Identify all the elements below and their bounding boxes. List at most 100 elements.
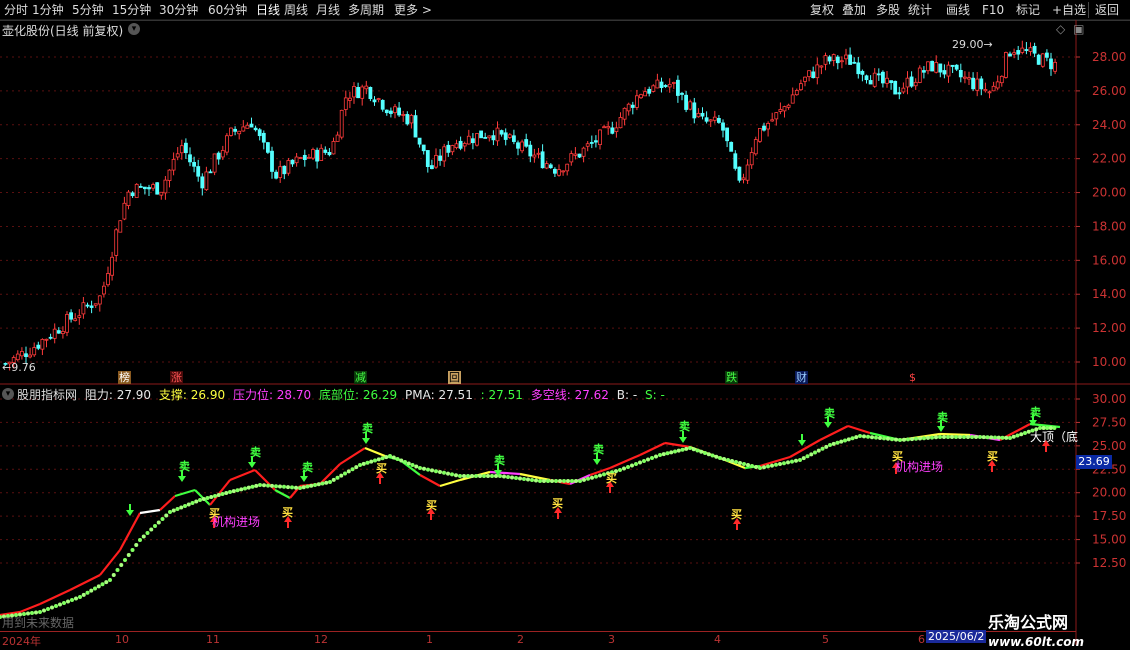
slow-line-dot bbox=[742, 462, 746, 466]
candle-body bbox=[241, 126, 246, 132]
slow-line-dot bbox=[570, 479, 574, 483]
candle-body bbox=[667, 83, 672, 88]
slow-line-dot bbox=[730, 459, 734, 463]
candle-body bbox=[220, 150, 225, 158]
slow-line-dot bbox=[894, 437, 898, 442]
event-tag-die[interactable]: 跌 bbox=[725, 371, 738, 384]
slow-line-dot bbox=[642, 459, 646, 463]
candle-body bbox=[1032, 45, 1037, 54]
candle-body bbox=[581, 147, 586, 157]
event-tag-cai[interactable]: 财 bbox=[795, 371, 808, 384]
candle-body bbox=[110, 256, 114, 276]
candle-body bbox=[183, 142, 188, 154]
event-tag-zhang[interactable]: 涨 bbox=[170, 371, 183, 384]
slow-line-dot bbox=[930, 435, 934, 440]
slow-line-dot bbox=[78, 595, 82, 599]
slow-line-dot bbox=[958, 435, 962, 439]
slow-line-dot bbox=[526, 477, 530, 482]
candle-body bbox=[696, 112, 701, 118]
buy-signal: 买 bbox=[282, 506, 293, 519]
slow-line-dot bbox=[231, 489, 236, 494]
slow-line-dot bbox=[809, 452, 814, 457]
slow-line-dot bbox=[870, 435, 874, 440]
candle-body bbox=[175, 153, 180, 158]
event-tag-jian[interactable]: 减 bbox=[354, 371, 367, 384]
candle-body bbox=[118, 220, 123, 233]
candle-body bbox=[909, 76, 914, 87]
candle-body bbox=[163, 179, 168, 194]
candle-body bbox=[376, 98, 381, 100]
candle-body bbox=[409, 114, 414, 124]
slow-line-dot bbox=[126, 553, 131, 557]
candle-body bbox=[253, 127, 258, 131]
candle-body bbox=[130, 192, 135, 197]
slow-line-dot bbox=[254, 483, 259, 488]
candle-body bbox=[651, 85, 656, 92]
slow-line-dot bbox=[862, 434, 866, 439]
candle-body bbox=[352, 86, 356, 98]
candle-body bbox=[401, 114, 406, 116]
date-label: 2024年 bbox=[2, 635, 41, 648]
chevron-down-icon[interactable]: ▾ bbox=[2, 388, 14, 400]
slow-line-dot bbox=[902, 437, 906, 442]
slow-line-dot bbox=[699, 449, 704, 454]
slow-line-dot bbox=[190, 501, 195, 505]
slow-line-dot bbox=[996, 435, 1001, 440]
slow-line-dot bbox=[462, 474, 466, 478]
chevron-down-icon[interactable]: ▾ bbox=[128, 23, 140, 35]
slow-line-dot bbox=[149, 527, 154, 532]
candle-body bbox=[942, 70, 947, 75]
sell-signal: 卖 bbox=[250, 446, 261, 459]
slow-line-dot bbox=[201, 497, 206, 501]
candle-body bbox=[229, 127, 233, 136]
slow-line-dot bbox=[134, 543, 139, 547]
legend-pma: PMA: 27.51 bbox=[405, 388, 473, 402]
candle-body bbox=[647, 88, 652, 94]
trend-line-segment bbox=[139, 508, 161, 515]
candle-body bbox=[831, 54, 836, 61]
candle-body bbox=[393, 106, 397, 114]
candle-body bbox=[975, 78, 980, 91]
window-icons[interactable]: ◇ ▣ bbox=[1056, 22, 1084, 36]
slow-line-dot bbox=[89, 588, 94, 593]
candle-body bbox=[1004, 52, 1008, 78]
candle-body bbox=[315, 149, 320, 162]
candle-body bbox=[577, 153, 582, 158]
slow-line-dot bbox=[824, 444, 829, 449]
window-icon[interactable]: ▣ bbox=[1073, 22, 1084, 36]
candle-body bbox=[819, 65, 824, 68]
event-tag-dollar[interactable]: $ bbox=[908, 371, 917, 384]
slow-line-dot bbox=[414, 464, 419, 469]
slow-line-dot bbox=[274, 484, 278, 489]
institution-entry-label: 机构进场 bbox=[212, 515, 261, 529]
candlestick-series bbox=[3, 40, 1057, 371]
slow-line-dot bbox=[228, 490, 232, 494]
y-tick-label: 16.00 bbox=[1092, 253, 1126, 267]
candle-body bbox=[770, 119, 775, 122]
slow-line-dot bbox=[946, 435, 950, 439]
candle-body bbox=[622, 107, 627, 120]
event-tag-hui[interactable]: 回 bbox=[448, 371, 461, 384]
diamond-icon[interactable]: ◇ bbox=[1056, 22, 1065, 36]
slow-line-dot bbox=[446, 471, 450, 476]
slow-line-dot bbox=[874, 435, 878, 440]
down-arrow-icon bbox=[126, 504, 134, 516]
trend-line-segment bbox=[274, 489, 291, 499]
slow-line-dot bbox=[239, 487, 244, 492]
slow-line-dot bbox=[502, 474, 506, 479]
slow-line-dot bbox=[450, 472, 454, 477]
candle-body bbox=[643, 91, 647, 97]
candle-body bbox=[544, 163, 549, 169]
event-tag-bang[interactable]: 榜 bbox=[118, 371, 131, 384]
candle-body bbox=[265, 142, 270, 153]
y-tick-label: 20.00 bbox=[1092, 186, 1126, 200]
slow-line-dot bbox=[490, 474, 494, 478]
candle-body bbox=[930, 60, 934, 72]
candle-body bbox=[1008, 53, 1012, 57]
trend-line-segment bbox=[939, 432, 971, 437]
candle-body bbox=[913, 81, 918, 87]
slow-line-dot bbox=[766, 464, 770, 469]
institution-entry-label: 机构进场 bbox=[895, 460, 944, 474]
candle-body bbox=[212, 153, 217, 173]
candle-body bbox=[881, 71, 885, 84]
